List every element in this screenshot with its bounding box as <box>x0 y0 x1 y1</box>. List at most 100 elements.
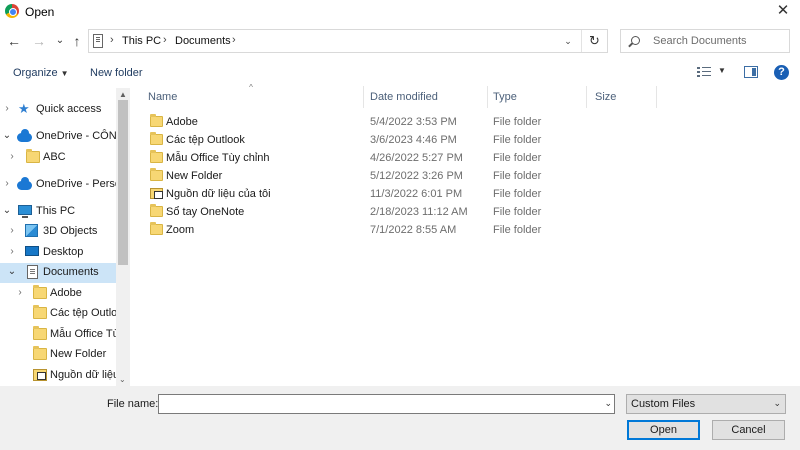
nav-item-mau-office[interactable]: Mẫu Office Tùy <box>0 325 124 345</box>
change-view-icon[interactable] <box>697 67 711 78</box>
file-row[interactable]: Nguồn dữ liệu của tôi 11/3/2022 6:01 PM … <box>136 185 800 203</box>
column-header-date[interactable]: Date modified <box>358 86 488 108</box>
help-icon[interactable]: ? <box>774 65 789 80</box>
nav-item-label: Documents <box>43 266 99 278</box>
nav-item-quick-access[interactable]: › ★ Quick access <box>0 100 116 120</box>
scroll-down-icon[interactable]: ⌄ <box>119 375 126 384</box>
file-row[interactable]: Adobe 5/4/2022 3:53 PM File folder <box>136 113 800 131</box>
search-box[interactable] <box>620 29 790 53</box>
nav-item-onedrive-cong[interactable]: ⌄ OneDrive - CÔNG <box>0 127 125 147</box>
file-row[interactable]: New Folder 5/12/2022 3:26 PM File folder <box>136 167 800 185</box>
nav-item-label: OneDrive - CÔNG <box>36 130 126 142</box>
sort-arrow-icon: ^ <box>249 83 253 92</box>
nav-item-label: Adobe <box>50 287 82 299</box>
nav-item-abc[interactable]: › ABC <box>0 148 116 168</box>
file-type-filter-value: Custom Files <box>631 398 696 410</box>
folder-icon <box>150 222 163 235</box>
nav-item-adobe[interactable]: › Adobe <box>0 284 116 304</box>
expand-chevron-icon[interactable]: › <box>2 103 12 114</box>
column-header-name[interactable]: Name ^ <box>136 83 364 108</box>
refresh-icon[interactable]: ↻ <box>581 30 607 52</box>
nav-item-label: Mẫu Office Tùy <box>50 328 125 340</box>
back-arrow-icon[interactable]: ← <box>5 31 23 51</box>
preview-pane-icon[interactable] <box>744 66 758 78</box>
nav-item-label: New Folder <box>50 348 107 360</box>
file-row[interactable]: Zoom 7/1/2022 8:55 AM File folder <box>136 221 800 239</box>
scroll-up-icon[interactable]: ▲ <box>119 90 127 99</box>
column-header-label: Date modified <box>370 91 438 103</box>
file-row[interactable]: Các tệp Outlook 3/6/2023 4:46 PM File fo… <box>136 131 800 149</box>
folder-icon <box>33 285 47 299</box>
organize-caret-icon: ▼ <box>60 69 69 78</box>
file-name-label: File name: <box>107 398 159 410</box>
nav-item-onedrive-personal[interactable]: › OneDrive - Persor <box>0 175 125 195</box>
file-date: 4/26/2022 5:27 PM <box>370 152 463 164</box>
file-name-combobox[interactable]: ⌄ <box>158 394 615 414</box>
address-bar[interactable]: › This PC › Documents › ⌄ ↻ <box>88 29 608 53</box>
breadcrumb-separator[interactable]: › <box>232 34 236 46</box>
folder-icon <box>33 305 47 319</box>
expand-chevron-icon[interactable]: › <box>7 246 17 257</box>
file-row[interactable]: Mẫu Office Tùy chỉnh 4/26/2022 5:27 PM F… <box>136 149 800 167</box>
file-name-dropdown-icon[interactable]: ⌄ <box>604 398 612 409</box>
file-name-input[interactable] <box>162 397 587 411</box>
folder-icon <box>150 132 163 145</box>
navigation-scrollbar[interactable]: ▲ ⌄ <box>116 88 130 386</box>
breadcrumb-documents[interactable]: Documents <box>175 35 231 47</box>
file-row[interactable]: Sổ tay OneNote 2/18/2023 11:12 AM File f… <box>136 203 800 221</box>
cancel-button[interactable]: Cancel <box>712 420 785 440</box>
expand-chevron-icon[interactable]: › <box>7 151 17 162</box>
nav-item-3d-objects[interactable]: › 3D Objects <box>0 222 116 242</box>
close-icon[interactable]: ✕ <box>766 0 800 24</box>
folder-icon <box>26 149 40 163</box>
collapse-chevron-icon[interactable]: ⌄ <box>2 205 12 216</box>
breadcrumb-this-pc[interactable]: This PC <box>122 35 161 47</box>
file-type: File folder <box>493 224 542 236</box>
file-type: File folder <box>493 206 542 218</box>
address-dropdown-icon[interactable]: ⌄ <box>559 33 577 49</box>
column-header-size[interactable]: Size <box>583 86 657 108</box>
collapse-chevron-icon[interactable]: ⌄ <box>7 266 17 277</box>
file-name: Các tệp Outlook <box>166 134 245 146</box>
breadcrumb-separator[interactable]: › <box>163 34 167 46</box>
filter-dropdown-icon[interactable]: ⌄ <box>773 398 781 409</box>
expand-chevron-icon[interactable]: › <box>15 287 25 298</box>
file-date: 5/12/2022 3:26 PM <box>370 170 463 182</box>
file-type-filter-select[interactable]: Custom Files ⌄ <box>626 394 786 414</box>
forward-arrow-icon[interactable]: → <box>30 31 48 51</box>
nav-item-new-folder[interactable]: New Folder <box>0 345 116 365</box>
file-name: New Folder <box>166 170 223 182</box>
file-type: File folder <box>493 152 542 164</box>
folder-icon <box>33 326 47 340</box>
up-arrow-icon[interactable]: ↑ <box>68 31 86 51</box>
nav-item-nguon-du-lieu[interactable]: Nguồn dữ liệu <box>0 366 119 386</box>
nav-item-desktop[interactable]: › Desktop <box>0 243 116 263</box>
nav-item-label: Desktop <box>43 246 84 258</box>
star-icon: ★ <box>18 101 30 116</box>
organize-button[interactable]: Organize ▼ <box>13 67 69 79</box>
nav-item-this-pc[interactable]: ⌄ This PC <box>0 202 116 222</box>
column-header-type[interactable]: Type <box>481 86 587 108</box>
file-date: 7/1/2022 8:55 AM <box>370 224 457 236</box>
scrollbar-thumb[interactable] <box>118 100 128 265</box>
organize-label: Organize <box>13 67 58 79</box>
expand-chevron-icon[interactable]: › <box>7 225 17 236</box>
folder-icon <box>150 150 163 163</box>
folder-icon <box>150 204 163 217</box>
expand-chevron-icon[interactable]: › <box>2 178 12 189</box>
view-options-caret-icon[interactable]: ▼ <box>718 66 726 75</box>
nav-item-documents[interactable]: ⌄ Documents <box>0 263 116 283</box>
file-name: Zoom <box>166 224 195 236</box>
nav-item-cac-tep-outlook[interactable]: Các tệp Outloc <box>0 304 123 324</box>
file-type: File folder <box>493 170 542 182</box>
folder-icon <box>150 168 163 181</box>
open-button[interactable]: Open <box>627 420 700 440</box>
recent-locations-chevron-icon[interactable]: ⌄ <box>51 31 69 51</box>
collapse-chevron-icon[interactable]: ⌄ <box>2 130 12 141</box>
file-type: File folder <box>493 116 542 128</box>
folder-icon <box>33 346 47 360</box>
3d-objects-icon <box>25 224 38 237</box>
search-input[interactable] <box>653 33 783 49</box>
column-header-label: Name <box>148 91 178 103</box>
new-folder-button[interactable]: New folder <box>90 67 143 79</box>
